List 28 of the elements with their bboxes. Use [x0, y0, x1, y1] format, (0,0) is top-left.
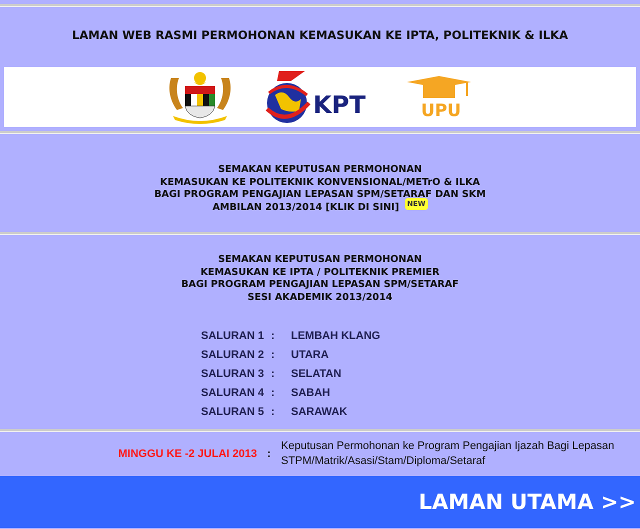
- page-title: LAMAN WEB RASMI PERMOHONAN KEMASUKAN KE IPTA, POLITEKNIK & ILKA: [71, 27, 569, 44]
- channel-label: SALURAN 3: [201, 367, 265, 382]
- colon-separator: :: [271, 348, 276, 362]
- schedule-date: MINGGU KE -2 JULAI 2013: [117, 446, 257, 462]
- notice-text: KEMASUKAN KE POLITEKNIK KONVENSIONAL/METrO & ILKA: [160, 176, 480, 190]
- notice-text: SEMAKAN KEPUTUSAN PERMOHONAN: [218, 164, 422, 177]
- channel-link[interactable]: SABAH: [291, 386, 380, 400]
- colon-separator: :: [271, 405, 276, 420]
- channel-label: SALURAN 2: [201, 348, 265, 362]
- notice-text: SEMAKAN KEPUTUSAN PERMOHONAN: [218, 254, 422, 267]
- home-link[interactable]: LAMAN UTAMA >>: [418, 490, 640, 514]
- colon-separator: :: [266, 446, 272, 462]
- channel-label: SALURAN 4: [201, 386, 265, 400]
- notice-text: SESI AKADEMIK 2013/2014: [248, 292, 392, 304]
- colon-separator: :: [271, 329, 276, 344]
- channel-link[interactable]: UTARA: [291, 348, 380, 362]
- notice-text: BAGI PROGRAM PENGAJIAN LEPASAN SPM/SETARAF DAN SKM: [154, 189, 486, 200]
- channel-label: SALURAN 1: [201, 329, 265, 344]
- channel-link[interactable]: SARAWAK: [291, 405, 380, 420]
- channel-link[interactable]: LEMBAH KLANG: [291, 329, 380, 344]
- schedule-text: Keputusan Permohonan ke Program Pengajian Ijazah Bagi Lepasan STPM/Matrik/Asasi/Stam/Diploma/Setaraf: [281, 439, 616, 469]
- notice-text: KEMASUKAN KE IPTA / POLITEKNIK PREMIER: [200, 266, 440, 280]
- channel-link[interactable]: SELATAN: [291, 367, 380, 382]
- channel-label: SALURAN 5: [201, 405, 265, 420]
- notice-text: AMBILAN 2013/2014 [KLIK DI SINI]: [212, 202, 400, 214]
- notice-text: BAGI PROGRAM PENGAJIAN LEPASAN SPM/SETARAF: [181, 279, 459, 292]
- colon-separator: :: [271, 367, 276, 382]
- colon-separator: :: [271, 386, 276, 400]
